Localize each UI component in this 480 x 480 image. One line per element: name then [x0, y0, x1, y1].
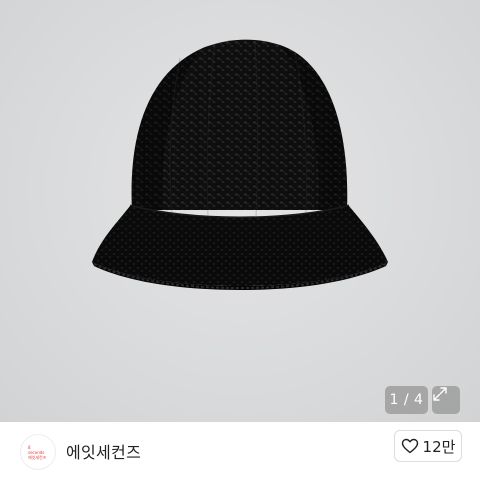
heart-icon	[401, 438, 418, 454]
bucket-hat-illustration	[92, 39, 388, 290]
seller-logo: 8 seconds 에잇세컨즈	[28, 444, 47, 460]
expand-icon	[433, 387, 447, 401]
image-counter: 1 / 4	[385, 386, 428, 414]
seller-bar: 8 seconds 에잇세컨즈 에잇세컨즈 12만	[0, 422, 480, 480]
seller-name[interactable]: 에잇세컨즈	[66, 439, 141, 463]
product-image[interactable]: 1 / 4	[0, 0, 480, 422]
product-detail-screen: 1 / 4 8 seconds 에잇세컨즈 에잇세컨즈 12만	[0, 0, 480, 480]
like-button[interactable]: 12만	[394, 430, 462, 462]
expand-button[interactable]	[432, 386, 460, 414]
seller-avatar[interactable]: 8 seconds 에잇세컨즈	[20, 434, 56, 470]
like-count: 12만	[422, 437, 456, 456]
